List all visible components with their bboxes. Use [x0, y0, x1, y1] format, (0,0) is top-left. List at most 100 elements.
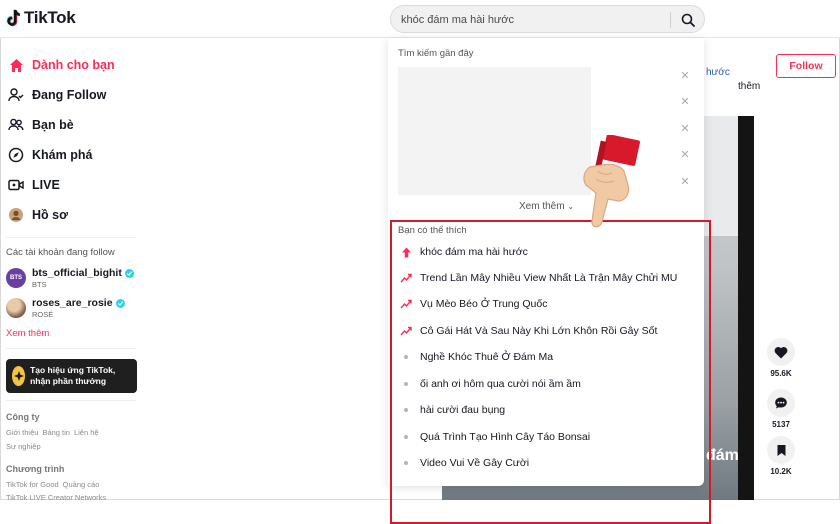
home-icon	[8, 57, 24, 73]
nav-label: Khám phá	[32, 148, 93, 162]
explore-icon	[8, 147, 24, 163]
search-input[interactable]	[401, 10, 663, 30]
sidebar-divider	[6, 237, 136, 238]
footer-link[interactable]: Giới thiệu	[6, 428, 38, 437]
trending-icon	[400, 272, 412, 284]
suggestion-text: Cô Gái Hát Và Sau Này Khi Lớn Khôn Rồi G…	[420, 325, 658, 337]
effect-banner-text: Tạo hiệu ứng TikTok, nhận phần thưởng	[30, 365, 116, 386]
see-more-recent-link[interactable]: Xem thêm ⌄	[519, 201, 574, 212]
avatar: BTS	[6, 268, 26, 288]
footer-link[interactable]: Quảng cáo	[63, 480, 100, 489]
like-count: 95.6K	[770, 369, 792, 378]
bullet-icon	[400, 404, 412, 416]
trending-icon	[400, 325, 412, 337]
footer-link[interactable]: Sự nghiệp	[6, 442, 41, 451]
create-effect-banner[interactable]: Tạo hiệu ứng TikTok, nhận phần thưởng	[6, 359, 137, 393]
footer-company-title: Công ty	[6, 412, 40, 422]
bullet-icon	[400, 431, 412, 443]
comment-action[interactable]: 5137	[766, 389, 796, 429]
remove-recent-icon[interactable]: ✕	[679, 122, 691, 135]
search-divider	[670, 12, 671, 28]
nav-friends[interactable]: Bạn bè	[8, 117, 74, 133]
left-sidebar: Dành cho bạn Đang Follow Bạn bè Khám phá…	[0, 38, 140, 502]
search-button[interactable]	[674, 9, 702, 31]
account-name: roses_are_rosie	[32, 297, 113, 309]
avatar	[6, 298, 26, 318]
nav-following[interactable]: Đang Follow	[8, 87, 106, 103]
nav-explore[interactable]: Khám phá	[8, 147, 92, 163]
bookmark-count: 10.2K	[770, 467, 792, 476]
like-button[interactable]	[767, 338, 795, 366]
footer-company-links-2: Sự nghiệp	[6, 442, 41, 451]
remove-recent-icon[interactable]: ✕	[679, 148, 691, 161]
remove-recent-icon[interactable]: ✕	[679, 175, 691, 188]
like-action[interactable]: 95.6K	[766, 338, 796, 378]
bullet-icon	[400, 457, 412, 469]
tiktok-logo[interactable]: TikTok	[6, 8, 76, 28]
suggestion-text: Quá Trình Tạo Hình Cây Táo Bonsai	[420, 431, 591, 443]
bullet-icon	[400, 351, 412, 363]
footer-program-title: Chương trình	[6, 464, 65, 474]
recent-searches-title: Tìm kiếm gần đây	[398, 48, 474, 59]
pointing-hand-icon	[583, 135, 640, 228]
footer-link[interactable]: Bảng tin	[42, 428, 70, 437]
suggestions-title: Bạn có thể thích	[398, 225, 467, 236]
footer-link[interactable]: TikTok for Good	[6, 480, 59, 489]
suggestion-item[interactable]: ối anh ơi hôm qua cười nói ầm ầm	[400, 378, 581, 390]
account-item[interactable]: roses_are_rosie ROSÉ	[6, 297, 125, 319]
author-name-fragment[interactable]: hước	[706, 67, 730, 78]
following-accounts-title: Các tài khoản đang follow	[6, 247, 115, 258]
comment-count: 5137	[772, 420, 790, 429]
suggestion-text: Trend Lần Mây Nhiều View Nhất Là Trận Mâ…	[420, 272, 678, 284]
nav-label: Dành cho bạn	[32, 58, 115, 72]
suggestion-item[interactable]: Nghề Khóc Thuê Ở Đám Ma	[400, 351, 553, 363]
recent-searches-redacted	[398, 67, 591, 195]
suggestion-item[interactable]: Cô Gái Hát Và Sau Này Khi Lớn Khôn Rồi G…	[400, 325, 657, 337]
search-icon	[681, 13, 695, 27]
remove-recent-icon[interactable]: ✕	[679, 69, 691, 82]
footer-program-links-2: TikTok LIVE Creator Networks	[6, 493, 106, 502]
see-more-accounts-link[interactable]: Xem thêm	[6, 328, 49, 339]
nav-live[interactable]: LIVE	[8, 177, 60, 193]
suggestion-item[interactable]: khóc đám ma hài hước	[400, 246, 528, 258]
nav-profile[interactable]: Hồ sơ	[8, 207, 68, 223]
bookmark-icon	[777, 444, 785, 456]
friends-icon	[8, 117, 24, 133]
sidebar-divider	[6, 400, 136, 401]
nav-for-you[interactable]: Dành cho bạn	[8, 57, 115, 73]
suggestion-text: khóc đám ma hài hước	[420, 246, 528, 258]
suggestion-item[interactable]: Trend Lần Mây Nhiều View Nhất Là Trận Mâ…	[400, 272, 677, 284]
chevron-down-icon: ⌄	[567, 202, 575, 211]
account-name-row: bts_official_bighit	[32, 267, 134, 279]
video-side-bar	[738, 116, 754, 500]
following-icon	[8, 87, 24, 103]
account-item[interactable]: BTS bts_official_bighit BTS	[6, 267, 134, 289]
remove-recent-icon[interactable]: ✕	[679, 95, 691, 108]
suggestion-item[interactable]: hài cười đau bụng	[400, 404, 505, 416]
suggestion-text: Video Vui Về Gây Cười	[420, 457, 530, 469]
verified-badge-icon	[115, 298, 125, 308]
suggestion-item[interactable]: Video Vui Về Gây Cười	[400, 457, 529, 469]
comment-button[interactable]	[767, 389, 795, 417]
account-subtitle: ROSÉ	[32, 310, 54, 319]
trending-icon	[400, 298, 412, 310]
see-more-caption[interactable]: thêm	[738, 81, 760, 92]
suggestion-item[interactable]: Vụ Mèo Béo Ở Trung Quốc	[400, 298, 548, 310]
suggestion-item[interactable]: Quá Trình Tạo Hình Cây Táo Bonsai	[400, 431, 590, 443]
bullet-icon	[400, 378, 412, 390]
effect-house-icon	[12, 366, 26, 386]
bookmark-button[interactable]	[767, 436, 795, 464]
account-name: bts_official_bighit	[32, 267, 122, 279]
follow-button[interactable]: Follow	[776, 54, 836, 78]
suggestion-text: Nghề Khóc Thuê Ở Đám Ma	[420, 351, 554, 363]
suggestions-highlight-box	[390, 220, 711, 524]
footer-link[interactable]: TikTok LIVE Creator Networks	[6, 493, 106, 502]
heart-icon	[774, 346, 788, 358]
footer-company-links: Giới thiệu Bảng tin Liên hệ	[6, 428, 99, 437]
nav-label: LIVE	[32, 178, 60, 192]
footer-program-links: TikTok for Good Quảng cáo	[6, 480, 99, 489]
footer-link[interactable]: Liên hệ	[74, 428, 99, 437]
live-icon	[8, 177, 24, 193]
suggestion-text: hài cười đau bụng	[420, 404, 506, 416]
bookmark-action[interactable]: 10.2K	[766, 436, 796, 476]
